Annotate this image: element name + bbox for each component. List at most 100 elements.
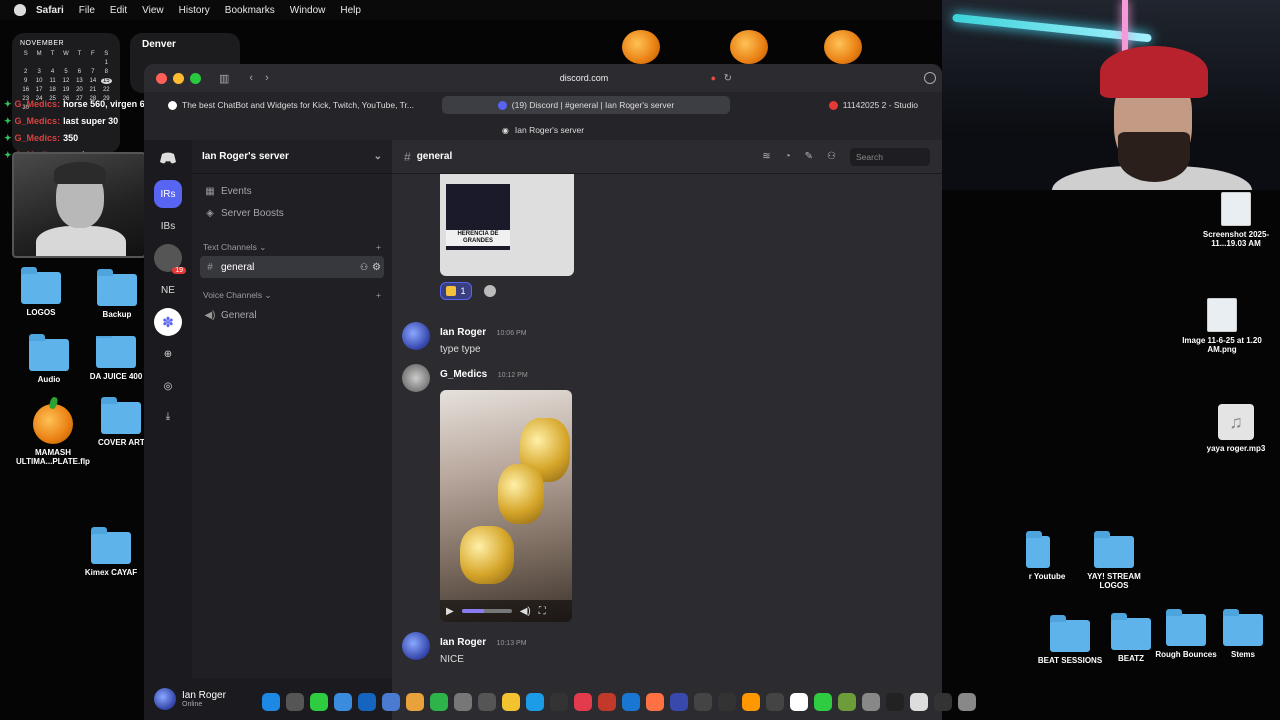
dock-app-icon[interactable] <box>694 693 712 711</box>
folder-kimex[interactable]: Kimex CAYAF <box>80 527 142 577</box>
fl-studio-icon[interactable] <box>824 30 862 64</box>
server-header[interactable]: Ian Roger's server ⌄ <box>192 140 392 174</box>
server-image[interactable]: 19 <box>154 244 186 274</box>
dock-app-icon[interactable] <box>454 693 472 711</box>
dock-app-icon[interactable] <box>478 693 496 711</box>
add-channel-icon[interactable]: + <box>376 290 381 300</box>
dock-app-icon[interactable] <box>766 693 784 711</box>
message-author[interactable]: Ian Roger <box>440 327 486 338</box>
menu-history[interactable]: History <box>179 5 210 16</box>
close-window-button[interactable] <box>156 72 167 84</box>
dock-app-icon[interactable] <box>622 693 640 711</box>
folder-youtube[interactable]: r Youtube <box>1024 531 1070 581</box>
apple-menu-icon[interactable] <box>14 4 26 16</box>
address-bar[interactable]: discord.com ● ↻ <box>404 69 764 87</box>
dock-app-icon[interactable] <box>838 693 856 711</box>
dock-app-icon[interactable] <box>310 693 328 711</box>
server-ne[interactable]: NE <box>154 276 182 304</box>
fullscreen-icon[interactable]: ⛶ <box>539 606 546 617</box>
dock-app-icon[interactable] <box>574 693 592 711</box>
dock-app-icon[interactable] <box>286 693 304 711</box>
play-icon[interactable]: ▶ <box>446 606 454 617</box>
zoom-window-button[interactable] <box>190 72 201 84</box>
folder-beat-sessions[interactable]: BEAT SESSIONS <box>1036 615 1104 665</box>
invite-icon[interactable]: ⚇ <box>360 262 368 273</box>
volume-icon[interactable]: ◀) <box>520 606 531 617</box>
fl-studio-icon[interactable] <box>730 30 768 64</box>
voice-channel-general[interactable]: ◀) General <box>200 304 384 326</box>
add-reaction-icon[interactable] <box>484 285 496 297</box>
dock-app-icon[interactable] <box>862 693 880 711</box>
dock-app-icon[interactable] <box>430 693 448 711</box>
server-ibs[interactable]: IBs <box>154 212 182 240</box>
avatar[interactable] <box>402 364 430 392</box>
dock-app-icon[interactable] <box>790 693 808 711</box>
server-icon[interactable]: ✽ <box>154 308 182 336</box>
file-yaya-roger[interactable]: ♫ yaya roger.mp3 <box>1198 404 1274 453</box>
dock-app-icon[interactable] <box>814 693 832 711</box>
dock-app-icon[interactable] <box>958 693 976 711</box>
folder-backup[interactable]: Backup <box>94 269 140 319</box>
dock-app-icon[interactable] <box>262 693 280 711</box>
back-arrow-icon[interactable]: ‹ <box>249 72 253 84</box>
sidebar-item-server-boosts[interactable]: ◈ Server Boosts <box>200 202 384 224</box>
menu-view[interactable]: View <box>142 5 164 16</box>
dock-app-icon[interactable] <box>910 693 928 711</box>
tab-chatbot[interactable]: The best ChatBot and Widgets for Kick, T… <box>144 96 442 114</box>
folder-rough-bounces[interactable]: Rough Bounces <box>1154 609 1218 659</box>
reload-icon[interactable]: ↻ <box>724 73 732 84</box>
tab-studio[interactable]: 11142025 2 - Studio <box>730 96 926 114</box>
fl-studio-icon[interactable] <box>622 30 660 64</box>
dock-app-icon[interactable] <box>718 693 736 711</box>
downloads-icon[interactable] <box>924 72 936 84</box>
channel-general[interactable]: # general ⚇ ⚙ <box>200 256 384 278</box>
menu-file[interactable]: File <box>79 5 95 16</box>
message-author[interactable]: G_Medics <box>440 369 487 380</box>
menu-edit[interactable]: Edit <box>110 5 127 16</box>
dock-app-icon[interactable] <box>526 693 544 711</box>
menu-app-name[interactable]: Safari <box>36 5 64 16</box>
file-screenshot[interactable]: Screenshot 2025-11...19.03 AM <box>1196 192 1276 248</box>
message-author[interactable]: Ian Roger <box>440 637 486 648</box>
dock-app-icon[interactable] <box>670 693 688 711</box>
member-list-icon[interactable]: ⚇ <box>827 151 836 162</box>
dock-app-icon[interactable] <box>598 693 616 711</box>
album-image-attachment[interactable]: HERENCIA DE GRANDES <box>440 174 574 276</box>
folder-da-juice[interactable]: DA JUICE 400 <box>86 336 146 381</box>
dock-app-icon[interactable] <box>550 693 568 711</box>
folder-beatz[interactable]: BEATZ <box>1108 613 1154 663</box>
avatar[interactable] <box>154 688 176 710</box>
dock-app-icon[interactable] <box>742 693 760 711</box>
folder-stems[interactable]: Stems <box>1220 609 1266 659</box>
file-image[interactable]: Image 11-6-25 at 1.20 AM.png <box>1182 298 1262 354</box>
dock-app-icon[interactable] <box>334 693 352 711</box>
folder-audio[interactable]: Audio <box>26 334 72 384</box>
threads-icon[interactable]: ≋ <box>762 151 770 162</box>
forward-arrow-icon[interactable]: › <box>265 72 269 84</box>
avatar[interactable] <box>402 632 430 660</box>
reaction-button[interactable]: 1 <box>440 282 472 300</box>
dock-app-icon[interactable] <box>502 693 520 711</box>
category-voice-channels[interactable]: Voice Channels ⌄ + <box>200 286 384 304</box>
search-input[interactable]: Search <box>850 147 930 166</box>
pin-icon[interactable]: ✎ <box>805 151 813 162</box>
add-channel-icon[interactable]: + <box>376 242 381 252</box>
folder-logos[interactable]: LOGOS <box>18 267 64 317</box>
dock-app-icon[interactable] <box>646 693 664 711</box>
menu-window[interactable]: Window <box>290 5 326 16</box>
dock-app-icon[interactable] <box>358 693 376 711</box>
avatar[interactable] <box>402 322 430 350</box>
sidebar-item-events[interactable]: ▦ Events <box>200 180 384 202</box>
menu-help[interactable]: Help <box>340 5 361 16</box>
dock-app-icon[interactable] <box>382 693 400 711</box>
folder-yay-stream-logos[interactable]: YAY! STREAM LOGOS <box>1084 531 1144 590</box>
folder-cover-art[interactable]: COVER ART <box>98 397 145 447</box>
dock-app-icon[interactable] <box>886 693 904 711</box>
download-apps-icon[interactable]: ⤓ <box>154 402 182 430</box>
category-text-channels[interactable]: Text Channels ⌄ + <box>200 238 384 256</box>
video-progress-bar[interactable] <box>461 609 512 613</box>
video-attachment[interactable]: ▶ ◀) ⛶ <box>440 390 572 622</box>
server-irs[interactable]: IRs <box>154 180 182 208</box>
tab-discord[interactable]: (19) Discord | #general | Ian Roger's se… <box>442 96 730 114</box>
dock-app-icon[interactable] <box>934 693 952 711</box>
